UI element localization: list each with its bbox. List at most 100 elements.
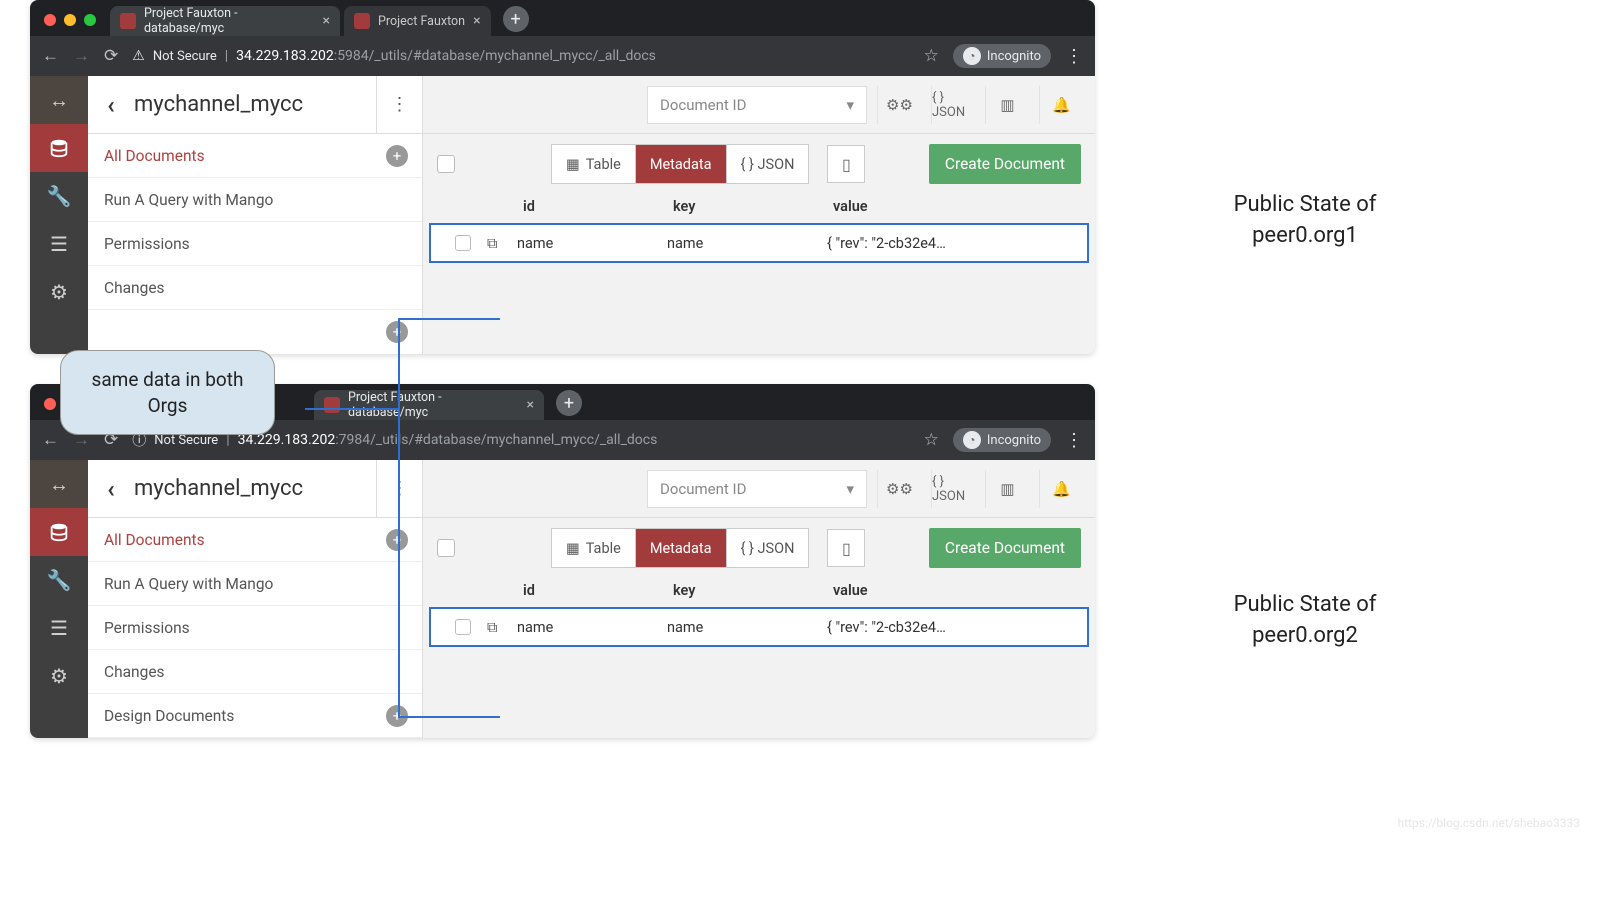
url-display[interactable]: ⚠ Not Secure | 34.229.183.202:5984/_util… — [132, 48, 909, 64]
browser-tab[interactable]: Project Fauxton × — [344, 6, 491, 36]
json-api-icon[interactable]: { } JSON — [931, 86, 975, 124]
view-table-button[interactable]: ▦Table — [552, 529, 636, 567]
include-docs-toggle[interactable]: ▯ — [827, 529, 865, 567]
back-chevron-icon[interactable]: ‹ — [88, 475, 134, 503]
document-id-select[interactable]: Document ID ▾ — [647, 470, 867, 508]
rail-resize-icon[interactable]: ↔ — [30, 76, 88, 124]
db-name: mychannel_mycc — [134, 476, 376, 501]
docs-book-icon[interactable]: ▥ — [985, 86, 1029, 124]
rail-config-icon[interactable]: ⚙ — [30, 652, 88, 700]
add-icon[interactable]: + — [386, 145, 408, 167]
new-tab-button[interactable]: + — [556, 390, 582, 416]
close-window-icon[interactable] — [44, 14, 56, 26]
tab-close-icon[interactable]: × — [315, 13, 330, 29]
rail-databases-icon[interactable] — [30, 508, 88, 556]
sidebar-item-label: Design Documents — [104, 707, 234, 725]
notifications-bell-icon[interactable]: 🔔 — [1039, 470, 1083, 508]
bookmark-star-icon[interactable]: ☆ — [924, 46, 939, 66]
select-all-checkbox[interactable] — [437, 155, 455, 173]
document-id-select[interactable]: Document ID ▾ — [647, 86, 867, 124]
close-window-icon[interactable] — [44, 398, 56, 410]
rail-setup-icon[interactable]: 🔧 — [30, 172, 88, 220]
incognito-icon: ◔ — [963, 47, 981, 65]
rail-config-icon[interactable]: ⚙ — [30, 268, 88, 316]
table-header: id key value — [423, 194, 1095, 223]
rail-setup-icon[interactable]: 🔧 — [30, 556, 88, 604]
sidebar-item-changes[interactable]: Changes — [88, 266, 422, 310]
sidebar-item-label: Permissions — [104, 619, 190, 637]
main-content: Document ID ▾ ⚙⚙ { } JSON ▥ 🔔 ▦Table Met… — [423, 76, 1095, 354]
bookmark-star-icon[interactable]: ☆ — [924, 430, 939, 450]
view-table-button[interactable]: ▦Table — [552, 145, 636, 183]
rail-resize-icon[interactable]: ↔ — [30, 460, 88, 508]
nav-reload-icon[interactable]: ⟳ — [104, 46, 118, 66]
db-name: mychannel_mycc — [134, 92, 376, 117]
view-controls: ▦Table Metadata { } JSON ▯ Create Docume… — [423, 518, 1095, 578]
view-json-button[interactable]: { } JSON — [727, 529, 809, 567]
notifications-bell-icon[interactable]: 🔔 — [1039, 86, 1083, 124]
sidebar-item-label: All Documents — [104, 531, 205, 549]
sidebar-item-all-documents[interactable]: All Documents + — [88, 134, 422, 178]
create-document-button[interactable]: Create Document — [929, 144, 1081, 184]
select-label: Document ID — [660, 480, 746, 498]
table-row[interactable]: ⧉ name name { "rev": "2-cb32e4… — [429, 607, 1089, 647]
cell-key: name — [667, 619, 827, 636]
sidebar-item-permissions[interactable]: Permissions — [88, 606, 422, 650]
main-toolbar: Document ID ▾ ⚙⚙ { } JSON ▥ 🔔 — [423, 76, 1095, 134]
maximize-window-icon[interactable] — [84, 14, 96, 26]
nav-back-icon[interactable]: ← — [42, 46, 59, 66]
row-checkbox[interactable] — [455, 235, 471, 251]
json-api-icon[interactable]: { } JSON — [931, 470, 975, 508]
tab-title: Project Fauxton - database/myc — [144, 6, 315, 36]
not-secure-warning-icon: ⚠ — [132, 48, 145, 64]
nav-forward-icon[interactable]: → — [73, 46, 90, 66]
sidebar-item-mango[interactable]: Run A Query with Mango — [88, 562, 422, 606]
settings-gears-icon[interactable]: ⚙⚙ — [877, 470, 921, 508]
tab-close-icon[interactable]: × — [465, 13, 480, 29]
settings-gears-icon[interactable]: ⚙⚙ — [877, 86, 921, 124]
db-menu-icon[interactable]: ⋮ — [376, 76, 422, 133]
select-all-checkbox[interactable] — [437, 539, 455, 557]
rail-tasks-icon[interactable]: ☰ — [30, 604, 88, 652]
tab-close-icon[interactable]: × — [519, 397, 534, 413]
new-tab-button[interactable]: + — [503, 6, 529, 32]
sidebar-item-label — [104, 323, 108, 341]
sidebar-item-changes[interactable]: Changes — [88, 650, 422, 694]
main-content: Document ID ▾ ⚙⚙ { } JSON ▥ 🔔 ▦Table Met… — [423, 460, 1095, 738]
view-metadata-button[interactable]: Metadata — [636, 145, 727, 183]
sidebar-item-permissions[interactable]: Permissions — [88, 222, 422, 266]
rail-tasks-icon[interactable]: ☰ — [30, 220, 88, 268]
browser-tab-active[interactable]: Project Fauxton - database/myc × — [314, 390, 544, 420]
back-chevron-icon[interactable]: ‹ — [88, 91, 134, 119]
left-nav-rail: ↔ 🔧 ☰ ⚙ — [30, 76, 88, 354]
table-row[interactable]: ⧉ name name { "rev": "2-cb32e4… — [429, 223, 1089, 263]
copy-doc-icon[interactable]: ⧉ — [487, 235, 517, 252]
cell-key: name — [667, 235, 827, 252]
browser-menu-icon[interactable]: ⋮ — [1065, 46, 1083, 67]
docs-book-icon[interactable]: ▥ — [985, 470, 1029, 508]
copy-doc-icon[interactable]: ⧉ — [487, 619, 517, 636]
nav-back-icon[interactable]: ← — [42, 430, 59, 450]
row-checkbox[interactable] — [455, 619, 471, 635]
sidebar-item-label: Permissions — [104, 235, 190, 253]
browser-tab-active[interactable]: Project Fauxton - database/myc × — [110, 6, 340, 36]
include-docs-toggle[interactable]: ▯ — [827, 145, 865, 183]
add-icon[interactable]: + — [386, 321, 408, 343]
incognito-badge: ◔ Incognito — [953, 44, 1051, 68]
sidebar-item-all-documents[interactable]: All Documents + — [88, 518, 422, 562]
not-secure-label: Not Secure — [153, 49, 217, 64]
window-controls — [30, 14, 110, 36]
chevron-down-icon: ▾ — [846, 480, 854, 498]
sidebar-item-design[interactable]: + — [88, 310, 422, 354]
sidebar-item-design[interactable]: Design Documents + — [88, 694, 422, 738]
rail-databases-icon[interactable] — [30, 124, 88, 172]
sidebar-item-mango[interactable]: Run A Query with Mango — [88, 178, 422, 222]
add-icon[interactable]: + — [386, 529, 408, 551]
view-metadata-button[interactable]: Metadata — [636, 529, 727, 567]
label-text: Public State of peer0.org1 — [1234, 192, 1377, 248]
create-document-button[interactable]: Create Document — [929, 528, 1081, 568]
tab-title: Project Fauxton — [378, 14, 465, 29]
minimize-window-icon[interactable] — [64, 14, 76, 26]
view-json-button[interactable]: { } JSON — [727, 145, 809, 183]
browser-menu-icon[interactable]: ⋮ — [1065, 430, 1083, 451]
